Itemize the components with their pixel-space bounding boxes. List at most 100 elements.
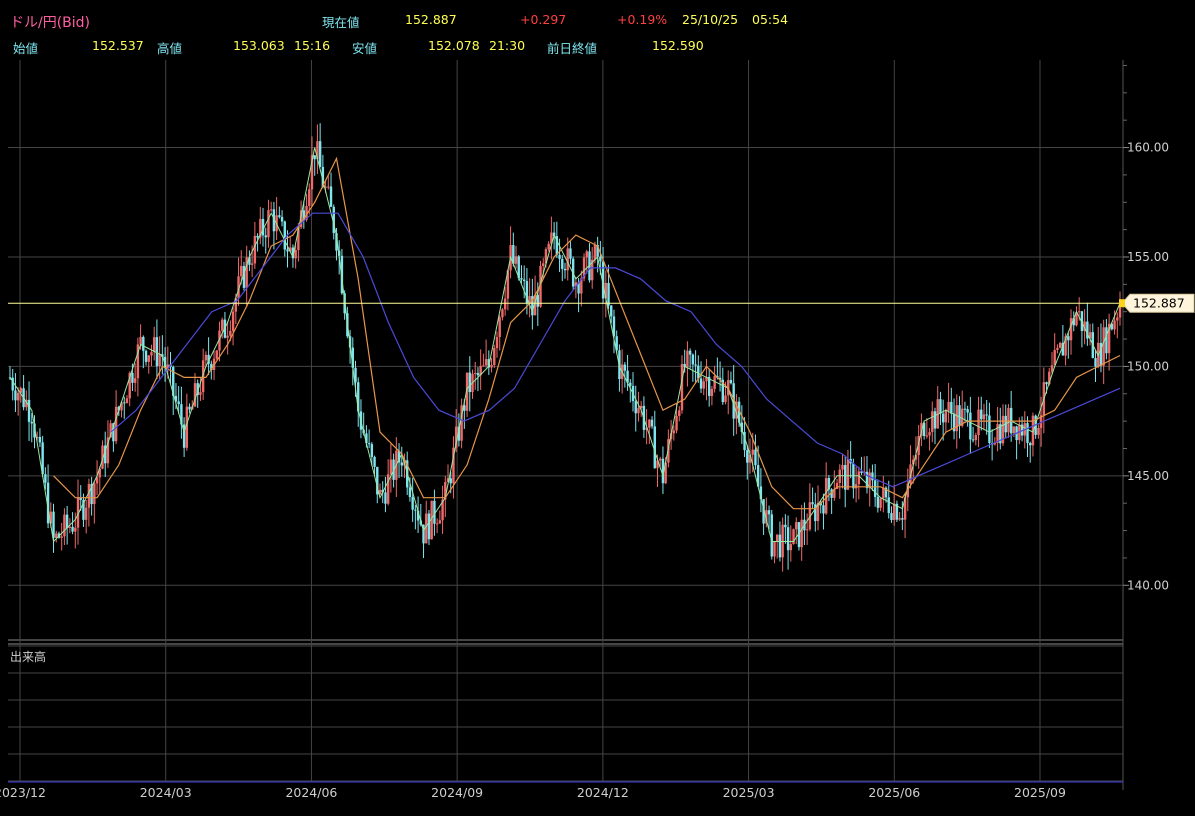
candle-body xyxy=(38,437,42,443)
candle-body xyxy=(240,265,243,277)
candle-body xyxy=(256,235,259,238)
candle-body xyxy=(969,412,972,440)
candle-body xyxy=(400,462,403,466)
candle-body xyxy=(199,392,202,395)
volume-panel: 出来高 xyxy=(10,649,46,664)
candle-body xyxy=(1067,336,1070,341)
x-tick-label: 2024/09 xyxy=(431,785,483,800)
candle-body xyxy=(844,465,847,490)
candle-body xyxy=(898,518,901,520)
candle-body xyxy=(637,408,640,414)
candle-body xyxy=(977,409,980,436)
candle-body xyxy=(892,503,896,521)
candle-body xyxy=(484,359,488,366)
candle-body xyxy=(60,536,63,538)
candle-body xyxy=(1118,305,1122,318)
candle-body xyxy=(152,337,156,353)
candle-body xyxy=(947,401,950,411)
candle-body xyxy=(495,337,499,349)
candle-body xyxy=(610,305,613,317)
x-axis-ticks: 2023/12 2024/03 2024/06 2024/09 2024/12 2025/… xyxy=(0,785,1066,800)
candle-body xyxy=(963,408,967,410)
candle-body xyxy=(702,381,705,389)
candle-body xyxy=(746,450,749,463)
candle-body xyxy=(672,430,676,434)
candle-body xyxy=(1113,320,1116,330)
candle-body xyxy=(1045,382,1048,385)
ma-mid-line xyxy=(53,156,1121,510)
candle-body xyxy=(30,421,33,424)
candle-body xyxy=(373,456,376,467)
candle-body xyxy=(14,390,17,401)
y-tick-label: 150.00 xyxy=(1127,359,1169,373)
candle-body xyxy=(542,263,545,267)
candle-body xyxy=(966,409,969,413)
candle-body xyxy=(384,492,387,504)
candle-body xyxy=(982,414,986,420)
candle-body xyxy=(522,279,526,282)
candle-body xyxy=(941,413,945,423)
candle-body xyxy=(498,317,501,338)
candle-body xyxy=(688,350,692,355)
candle-body xyxy=(795,522,798,530)
candle-body xyxy=(327,186,330,188)
candle-body xyxy=(561,258,564,269)
candle-body xyxy=(958,405,961,426)
x-tick-label: 2025/09 xyxy=(1014,785,1066,800)
y-tick-label: 155.00 xyxy=(1127,250,1169,264)
candle-body xyxy=(754,449,757,466)
candle-body xyxy=(27,399,31,422)
candle-body xyxy=(1102,327,1105,366)
candle-body xyxy=(710,388,714,396)
candle-body xyxy=(675,415,678,431)
candle-body xyxy=(996,424,999,443)
candle-body xyxy=(724,395,727,403)
candle-body xyxy=(435,523,439,525)
candle-body xyxy=(155,337,159,367)
candle-body xyxy=(800,519,803,548)
candle-body xyxy=(773,541,776,557)
candle-body xyxy=(890,513,893,521)
candle-body xyxy=(648,419,651,428)
price-chart[interactable]: 140.00145.00150.00155.00160.00 2023/1220… xyxy=(0,0,1195,816)
ma-long-line xyxy=(110,212,1121,488)
candle-body xyxy=(493,348,496,366)
candle-body xyxy=(1029,442,1032,446)
candle-body xyxy=(229,330,232,336)
candle-body xyxy=(933,411,937,429)
candle-body xyxy=(177,401,180,405)
candle-body xyxy=(988,415,991,443)
candle-body xyxy=(318,141,322,167)
candle-body xyxy=(931,411,934,433)
candle-body xyxy=(841,465,844,470)
candle-body xyxy=(699,378,703,389)
candle-body xyxy=(427,513,431,540)
candle-body xyxy=(980,409,983,420)
candle-body xyxy=(490,365,493,368)
candle-body xyxy=(879,498,882,508)
candle-body xyxy=(226,335,229,338)
candle-body xyxy=(389,459,393,475)
candle-body xyxy=(789,544,793,551)
ma-short-line xyxy=(9,147,1121,543)
candle-body xyxy=(84,507,88,520)
candle-body xyxy=(269,209,273,211)
y-tick-label: 140.00 xyxy=(1127,578,1169,592)
candle-body xyxy=(822,505,825,514)
candle-body xyxy=(308,189,311,206)
candle-body xyxy=(901,518,904,520)
candle-body xyxy=(873,480,877,497)
candle-body xyxy=(607,282,610,306)
candle-body xyxy=(974,435,978,441)
candle-body xyxy=(1116,317,1119,321)
candle-body xyxy=(686,350,689,368)
x-tick-label: 2024/03 xyxy=(140,785,192,800)
candle-body xyxy=(133,378,137,383)
candle-body xyxy=(566,248,569,271)
candle-body xyxy=(313,155,316,160)
candle-body xyxy=(585,251,588,258)
candle-body xyxy=(329,186,333,207)
candle-body xyxy=(476,372,480,376)
candle-body xyxy=(449,478,452,484)
last-candle-marker xyxy=(1119,299,1125,308)
